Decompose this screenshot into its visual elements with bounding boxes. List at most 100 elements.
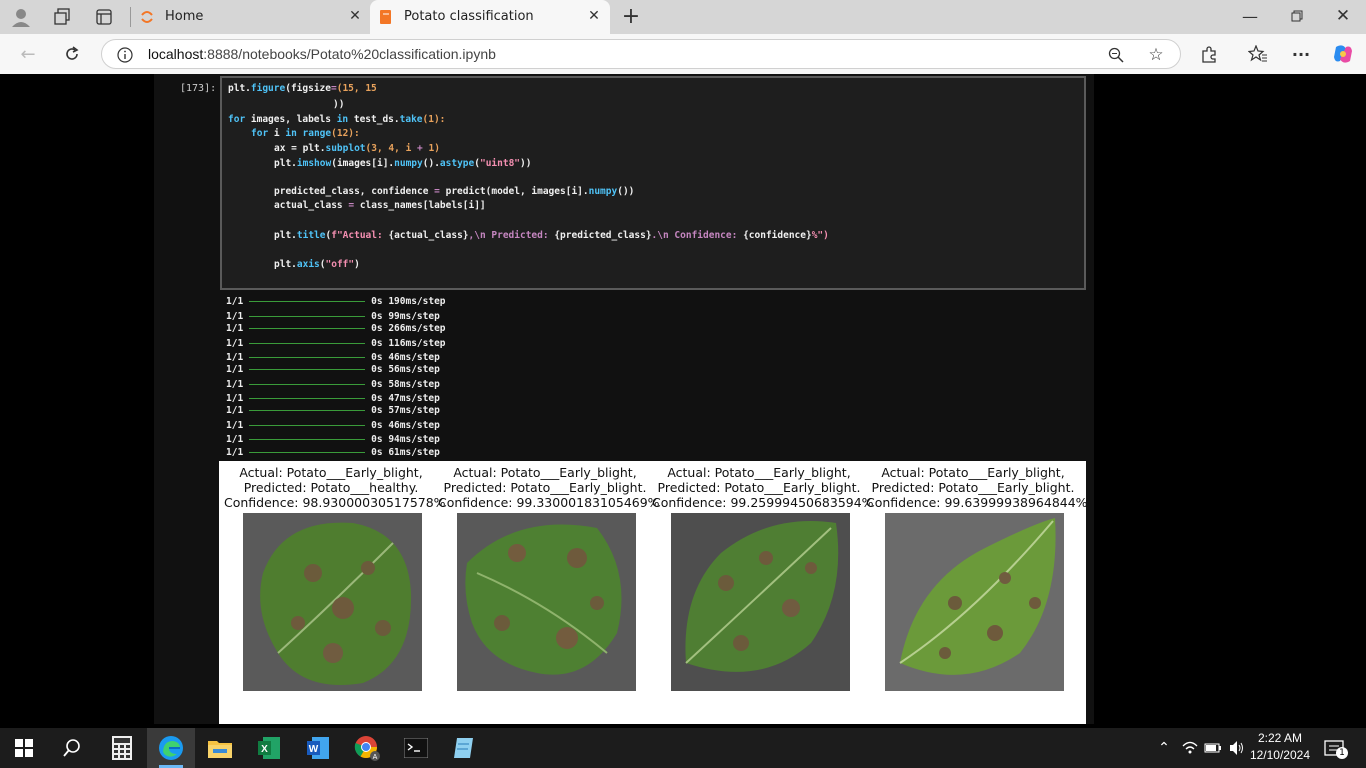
- code-line: plt.imshow(images[i].numpy().astype("uin…: [274, 158, 531, 169]
- tab-potato-classification[interactable]: Potato classification ✕: [370, 0, 610, 34]
- favorite-star-icon[interactable]: ☆: [1147, 45, 1165, 65]
- volume-icon[interactable]: [1228, 739, 1246, 757]
- actual-label: Actual: Potato___Early_blight,: [881, 465, 1065, 480]
- progress-bar: [249, 425, 366, 426]
- progress-bar: [249, 452, 366, 453]
- predicted-label: Predicted: Potato___Early_blight.: [443, 480, 647, 495]
- code-token: (1):: [422, 114, 446, 125]
- step-time: 0s 190ms/step: [371, 296, 446, 307]
- close-tab-icon[interactable]: ✕: [587, 9, 601, 23]
- cell-output: 1/1 0s 190ms/step 1/1 0s 99ms/step 1/1 0s 2…: [224, 294, 1090, 460]
- code-token: title: [296, 230, 326, 241]
- extensions-icon[interactable]: [1198, 43, 1220, 65]
- word-icon[interactable]: W: [294, 728, 342, 768]
- code-token: take: [399, 114, 423, 125]
- profile-icon[interactable]: [8, 5, 34, 29]
- code-token: (12):: [331, 128, 360, 139]
- close-window-icon[interactable]: ✕: [1333, 6, 1353, 26]
- code-cell[interactable]: plt.figure(figsize=(15, 15 )) for images…: [220, 76, 1086, 290]
- tab-bar: Home ✕ Potato classification ✕ + — ✕: [0, 0, 1366, 34]
- step-time: 0s 116ms/step: [371, 338, 446, 349]
- right-margin: [1094, 74, 1362, 724]
- code-line: plt.title(f"Actual: {actual_class},\n Pr…: [274, 230, 829, 241]
- calculator-icon[interactable]: [98, 728, 146, 768]
- code-token: test_ds.: [348, 114, 400, 125]
- clock[interactable]: 2:22 AM 12/10/2024: [1250, 730, 1310, 764]
- code-token: plt.: [274, 230, 297, 241]
- confidence-label: Confidence: 99.63999938964844%: [866, 495, 1088, 510]
- step-count: 1/1: [226, 420, 244, 431]
- step-time: 0s 46ms/step: [371, 352, 440, 363]
- site-info-icon[interactable]: [116, 46, 134, 64]
- output-line: 1/1 0s 116ms/step: [226, 338, 446, 349]
- code-token: "off": [325, 259, 355, 270]
- step-time: 0s 94ms/step: [371, 434, 440, 445]
- excel-icon[interactable]: X: [245, 728, 293, 768]
- minimize-icon[interactable]: —: [1240, 6, 1260, 26]
- actual-label: Actual: Potato___Early_blight,: [667, 465, 851, 480]
- clock-date: 12/10/2024: [1249, 748, 1310, 762]
- code-token: (3, 4, i: [365, 143, 418, 154]
- svg-text:X: X: [261, 744, 268, 755]
- favorites-icon[interactable]: [1247, 43, 1269, 65]
- start-icon[interactable]: [0, 728, 48, 768]
- code-line: plt.figure(figsize=(15, 15: [228, 83, 377, 94]
- code-line: ax = plt.subplot(3, 4, i + 1): [274, 143, 440, 154]
- more-icon[interactable]: ···: [1290, 43, 1312, 65]
- tab-label: Potato classification: [404, 9, 534, 24]
- back-icon[interactable]: ←: [17, 43, 39, 65]
- address-bar: ← localhost:8888/notebooks/Potato%20clas…: [0, 34, 1366, 74]
- notifications-icon[interactable]: 1: [1322, 738, 1348, 760]
- notepad-icon[interactable]: [441, 728, 489, 768]
- step-count: 1/1: [226, 311, 244, 322]
- restore-icon[interactable]: [1287, 6, 1307, 26]
- step-count: 1/1: [226, 323, 244, 334]
- predicted-label: Predicted: Potato___Early_blight.: [871, 480, 1075, 495]
- code-token: range: [296, 128, 332, 139]
- code-line: )): [333, 99, 344, 110]
- refresh-icon[interactable]: [61, 43, 83, 65]
- step-count: 1/1: [226, 434, 244, 445]
- new-tab-icon[interactable]: +: [620, 4, 642, 29]
- battery-icon[interactable]: [1204, 739, 1222, 757]
- code-token: ().: [422, 158, 440, 169]
- clock-time: 2:22 AM: [1257, 731, 1302, 745]
- output-line: 1/1 0s 266ms/step: [226, 323, 446, 334]
- url-path: :8888/notebooks/Potato%20classification.…: [203, 46, 496, 62]
- notification-badge: 1: [1336, 747, 1348, 759]
- url-field[interactable]: localhost:8888/notebooks/Potato%20classi…: [101, 39, 1181, 69]
- step-count: 1/1: [226, 296, 244, 307]
- copilot-icon[interactable]: [1331, 42, 1355, 66]
- code-token: astype: [439, 158, 475, 169]
- code-token: imshow: [296, 158, 332, 169]
- file-explorer-icon[interactable]: [196, 728, 244, 768]
- search-icon[interactable]: [48, 728, 96, 768]
- tab-actions-icon[interactable]: [93, 6, 115, 28]
- chrome-icon[interactable]: A: [343, 728, 391, 768]
- code-token: axis: [296, 259, 320, 270]
- workspaces-icon[interactable]: [51, 6, 73, 28]
- edge-icon[interactable]: [147, 728, 195, 768]
- step-count: 1/1: [226, 338, 244, 349]
- code-token: )): [520, 158, 532, 169]
- output-line: 1/1 0s 47ms/step: [226, 393, 440, 404]
- predicted-label: Predicted: Potato___Early_blight.: [657, 480, 861, 495]
- close-tab-icon[interactable]: ✕: [348, 9, 362, 23]
- zoom-icon[interactable]: [1107, 46, 1125, 64]
- wifi-icon[interactable]: [1181, 739, 1199, 757]
- code-line: plt.axis("off"): [274, 259, 360, 270]
- url-host: localhost: [148, 46, 204, 62]
- leaf-image: [243, 513, 422, 691]
- taskbar: X W A ⌃ 2:22 AM 12/10/2024 1: [0, 728, 1366, 768]
- tab-home[interactable]: Home ✕: [131, 0, 370, 34]
- progress-bar: [249, 439, 366, 440]
- figure-output: Actual: Potato___Early_blight, Predicted…: [219, 461, 1088, 724]
- step-time: 0s 56ms/step: [371, 364, 440, 375]
- tab-label: Home: [165, 9, 204, 24]
- progress-bar: [249, 343, 366, 344]
- code-token: in: [336, 114, 349, 125]
- code-token: 1): [422, 143, 440, 154]
- chevron-up-icon[interactable]: ⌃: [1155, 739, 1173, 757]
- progress-bar: [249, 410, 366, 411]
- terminal-icon[interactable]: [392, 728, 440, 768]
